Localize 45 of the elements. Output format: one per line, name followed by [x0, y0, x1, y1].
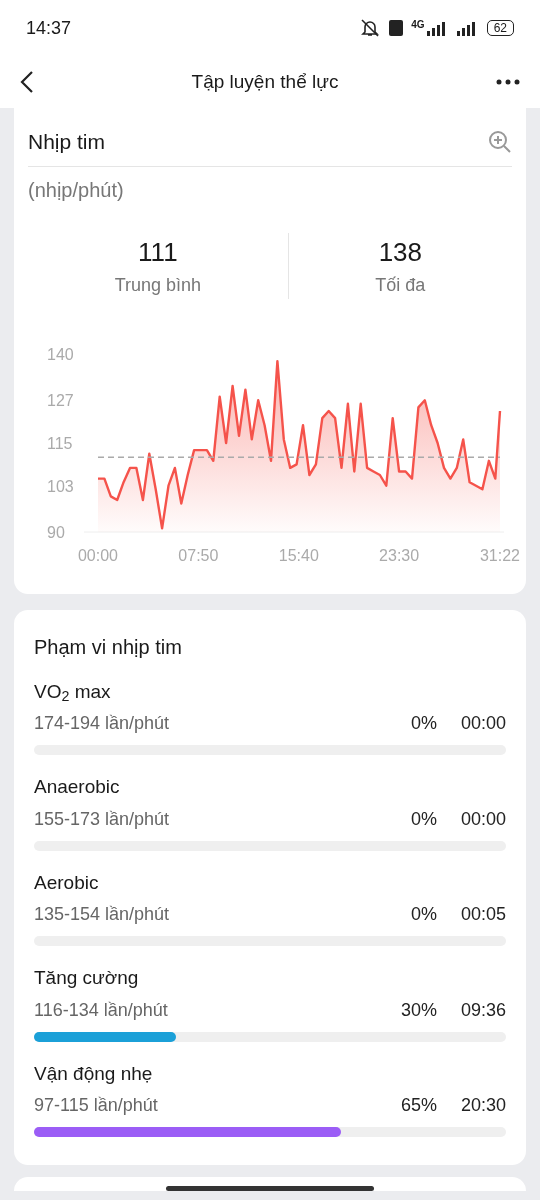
zone-name: Aerobic [34, 870, 100, 895]
card-title: Nhịp tim [28, 129, 106, 155]
zone-range: 116-134 lần/phút [34, 998, 169, 1022]
zone-range: 97-115 lần/phút [34, 1094, 159, 1117]
axis-label: 31:22 [480, 546, 520, 564]
axis-label: 140 [47, 345, 74, 363]
zone-name: Tăng cường [34, 966, 140, 990]
zone-percent: 30% [400, 998, 437, 1022]
axis-label: 127 [47, 391, 74, 409]
zone-duration: 00:00 [460, 807, 506, 831]
zone-duration: 00:05 [460, 903, 506, 926]
zone-range: 155-173 lần/phút [34, 807, 171, 831]
stat-value: 111 [137, 235, 179, 269]
zone-percent: 0% [410, 807, 437, 831]
unit-label: (nhịp/phút) [28, 177, 125, 203]
axis-label: 115 [47, 434, 73, 452]
zone-name: Anaerobic [34, 775, 121, 799]
axis-label: 15:40 [278, 546, 319, 564]
battery-indicator: 62 [486, 20, 514, 36]
axis-label: 90 [47, 523, 65, 541]
stat-label: Trung bình [113, 273, 203, 297]
zone-duration: 20:30 [460, 1094, 506, 1117]
axis-label: 103 [47, 477, 74, 495]
page-title: Tập luyện thể lực [191, 69, 339, 94]
zoom-in-icon[interactable] [488, 129, 512, 154]
zone-name: VO$_{2}$ max [34, 679, 112, 706]
axis-label: 07:50 [178, 546, 219, 564]
mute-icon [359, 18, 382, 38]
clock: 14:37 [26, 16, 72, 40]
axis-label: 23:30 [379, 546, 420, 564]
zone-name: Vận động nhẹ [34, 1061, 154, 1086]
stat-value: 138 [377, 235, 424, 269]
more-icon[interactable] [496, 79, 520, 85]
zone-duration: 00:00 [460, 712, 506, 735]
stat-label: Tối đa [374, 273, 427, 297]
network-type: 4G [411, 20, 425, 30]
zone-duration: 09:36 [460, 998, 506, 1022]
zone-range: 135-154 lần/phút [34, 903, 171, 926]
zone-percent: 0% [410, 712, 437, 735]
card-title: Phạm vi nhịp tim [34, 634, 183, 660]
zone-range: 174-194 lần/phút [34, 712, 171, 735]
zone-percent: 0% [410, 903, 437, 926]
zone-percent: 65% [400, 1094, 437, 1117]
back-icon[interactable] [20, 70, 34, 94]
axis-label: 00:00 [78, 546, 118, 564]
